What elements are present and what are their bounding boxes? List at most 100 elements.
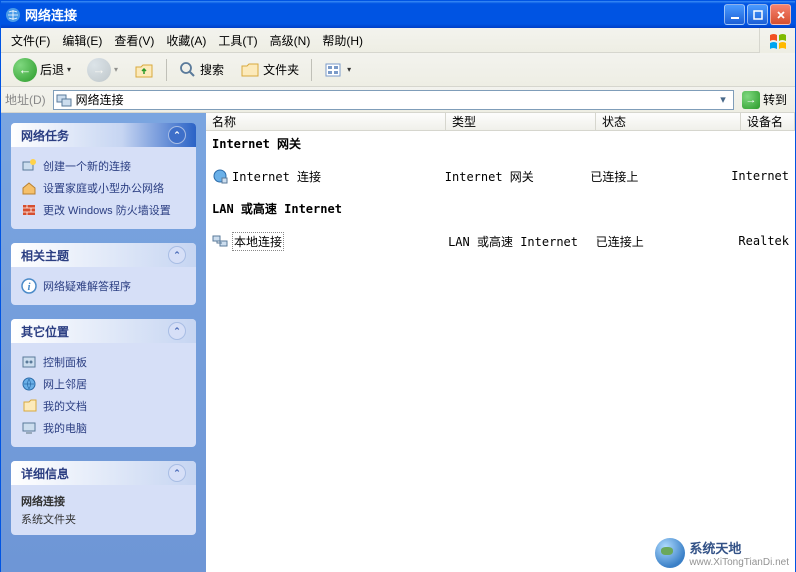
window-controls bbox=[724, 4, 791, 25]
wizard-icon bbox=[21, 158, 37, 174]
menu-file[interactable]: 文件(F) bbox=[5, 30, 56, 51]
search-button[interactable]: 搜索 bbox=[173, 57, 230, 83]
network-places-icon bbox=[21, 376, 37, 392]
watermark-url: www.XiTongTianDi.net bbox=[689, 557, 789, 568]
globe-icon bbox=[655, 538, 685, 568]
menu-tools[interactable]: 工具(T) bbox=[212, 30, 263, 51]
minimize-button[interactable] bbox=[724, 4, 745, 25]
menu-edit[interactable]: 编辑(E) bbox=[56, 30, 108, 51]
list-item-internet-connection[interactable]: Internet 连接 Internet 网关 已连接上 Internet bbox=[206, 166, 795, 186]
collapse-button[interactable]: ⌃ bbox=[168, 126, 186, 144]
address-bar: 地址(D) ▾ → 转到 bbox=[1, 87, 795, 113]
task-setup-network[interactable]: 设置家庭或小型办公网络 bbox=[21, 177, 186, 199]
link-my-documents[interactable]: 我的文档 bbox=[21, 395, 186, 417]
panel-title: 其它位置 bbox=[21, 323, 69, 340]
task-create-connection[interactable]: 创建一个新的连接 bbox=[21, 155, 186, 177]
item-status: 已连接上 bbox=[590, 233, 733, 250]
maximize-button[interactable] bbox=[747, 4, 768, 25]
chevron-down-icon: ▾ bbox=[67, 65, 71, 74]
panel-title: 详细信息 bbox=[21, 465, 69, 482]
task-label: 网络疑难解答程序 bbox=[43, 278, 131, 294]
documents-icon bbox=[21, 398, 37, 414]
folders-button[interactable]: 文件夹 bbox=[234, 57, 305, 83]
menu-advanced[interactable]: 高级(N) bbox=[264, 30, 317, 51]
panel-network-tasks: 网络任务 ⌃ 创建一个新的连接 设置家庭或小型办公网络 更改 Windows 防… bbox=[11, 123, 196, 229]
chevron-down-icon: ▾ bbox=[114, 65, 118, 74]
back-button[interactable]: ← 后退 ▾ bbox=[7, 54, 77, 86]
item-device: Realtek bbox=[732, 234, 795, 248]
task-firewall-settings[interactable]: 更改 Windows 防火墙设置 bbox=[21, 199, 186, 221]
listview[interactable]: 名称 类型 状态 设备名 Internet 网关 Internet 连接 Int… bbox=[206, 113, 795, 572]
link-label: 我的电脑 bbox=[43, 420, 87, 436]
link-control-panel[interactable]: 控制面板 bbox=[21, 351, 186, 373]
toolbar: ← 后退 ▾ → ▾ 搜索 文件夹 ▾ bbox=[1, 53, 795, 87]
window-title: 网络连接 bbox=[25, 5, 724, 24]
menubar: 文件(F) 编辑(E) 查看(V) 收藏(A) 工具(T) 高级(N) 帮助(H… bbox=[1, 28, 795, 53]
item-device: Internet bbox=[725, 169, 795, 183]
task-label: 更改 Windows 防火墙设置 bbox=[43, 202, 171, 218]
views-button[interactable]: ▾ bbox=[318, 57, 357, 83]
address-box[interactable]: ▾ bbox=[53, 90, 734, 110]
panel-header[interactable]: 网络任务 ⌃ bbox=[11, 123, 196, 147]
computer-icon bbox=[21, 420, 37, 436]
panel-related-topics: 相关主题 ⌃ i 网络疑难解答程序 bbox=[11, 243, 196, 305]
lan-icon bbox=[212, 233, 228, 249]
home-network-icon bbox=[21, 180, 37, 196]
collapse-button[interactable]: ⌃ bbox=[168, 322, 186, 340]
task-label: 创建一个新的连接 bbox=[43, 158, 131, 174]
item-name: 本地连接 bbox=[232, 232, 284, 251]
panel-header[interactable]: 其它位置 ⌃ bbox=[11, 319, 196, 343]
panel-header[interactable]: 相关主题 ⌃ bbox=[11, 243, 196, 267]
panel-details: 详细信息 ⌃ 网络连接 系统文件夹 bbox=[11, 461, 196, 535]
address-input[interactable] bbox=[76, 93, 711, 107]
content-area: 网络任务 ⌃ 创建一个新的连接 设置家庭或小型办公网络 更改 Windows 防… bbox=[1, 113, 795, 572]
panel-title: 网络任务 bbox=[21, 127, 69, 144]
listview-header: 名称 类型 状态 设备名 bbox=[206, 113, 795, 131]
menu-favorites[interactable]: 收藏(A) bbox=[160, 30, 212, 51]
watermark-name: 系统天地 bbox=[689, 538, 789, 557]
task-label: 设置家庭或小型办公网络 bbox=[43, 180, 164, 196]
collapse-button[interactable]: ⌃ bbox=[168, 246, 186, 264]
close-button[interactable] bbox=[770, 4, 791, 25]
item-status: 已连接上 bbox=[584, 168, 725, 185]
panel-header[interactable]: 详细信息 ⌃ bbox=[11, 461, 196, 485]
link-my-computer[interactable]: 我的电脑 bbox=[21, 417, 186, 439]
menu-view[interactable]: 查看(V) bbox=[108, 30, 160, 51]
column-name[interactable]: 名称 bbox=[206, 113, 446, 130]
go-arrow-icon: → bbox=[742, 91, 760, 109]
link-label: 网上邻居 bbox=[43, 376, 87, 392]
watermark: 系统天地 www.XiTongTianDi.net bbox=[655, 538, 789, 568]
link-label: 我的文档 bbox=[43, 398, 87, 414]
menu-help[interactable]: 帮助(H) bbox=[316, 30, 369, 51]
up-button[interactable] bbox=[128, 56, 160, 84]
panel-body: 创建一个新的连接 设置家庭或小型办公网络 更改 Windows 防火墙设置 bbox=[11, 147, 196, 229]
address-dropdown-icon[interactable]: ▾ bbox=[715, 93, 731, 106]
info-icon: i bbox=[21, 278, 37, 294]
folders-icon bbox=[240, 61, 260, 79]
column-device[interactable]: 设备名 bbox=[741, 113, 795, 130]
column-type[interactable]: 类型 bbox=[446, 113, 596, 130]
item-type: Internet 网关 bbox=[439, 168, 585, 185]
go-button[interactable]: → 转到 bbox=[738, 89, 791, 111]
go-label: 转到 bbox=[763, 91, 787, 108]
item-type: LAN 或高速 Internet bbox=[442, 233, 590, 250]
chevron-down-icon: ▾ bbox=[347, 65, 351, 74]
gateway-icon bbox=[212, 168, 228, 184]
panel-title: 相关主题 bbox=[21, 247, 69, 264]
network-connections-icon bbox=[56, 92, 72, 108]
list-item-local-connection[interactable]: 本地连接 LAN 或高速 Internet 已连接上 Realtek bbox=[206, 231, 795, 251]
panel-other-places: 其它位置 ⌃ 控制面板 网上邻居 我的文档 我的电脑 bbox=[11, 319, 196, 447]
app-icon bbox=[5, 7, 21, 23]
separator bbox=[311, 59, 312, 81]
task-troubleshooter[interactable]: i 网络疑难解答程序 bbox=[21, 275, 186, 297]
folder-up-icon bbox=[134, 60, 154, 80]
group-lan: LAN 或高速 Internet bbox=[206, 196, 795, 221]
sidebar: 网络任务 ⌃ 创建一个新的连接 设置家庭或小型办公网络 更改 Windows 防… bbox=[1, 113, 206, 572]
link-network-places[interactable]: 网上邻居 bbox=[21, 373, 186, 395]
column-status[interactable]: 状态 bbox=[596, 113, 741, 130]
panel-body: i 网络疑难解答程序 bbox=[11, 267, 196, 305]
panel-body: 网络连接 系统文件夹 bbox=[11, 485, 196, 535]
collapse-button[interactable]: ⌃ bbox=[168, 464, 186, 482]
folders-label: 文件夹 bbox=[263, 61, 299, 78]
forward-button[interactable]: → ▾ bbox=[81, 54, 124, 86]
